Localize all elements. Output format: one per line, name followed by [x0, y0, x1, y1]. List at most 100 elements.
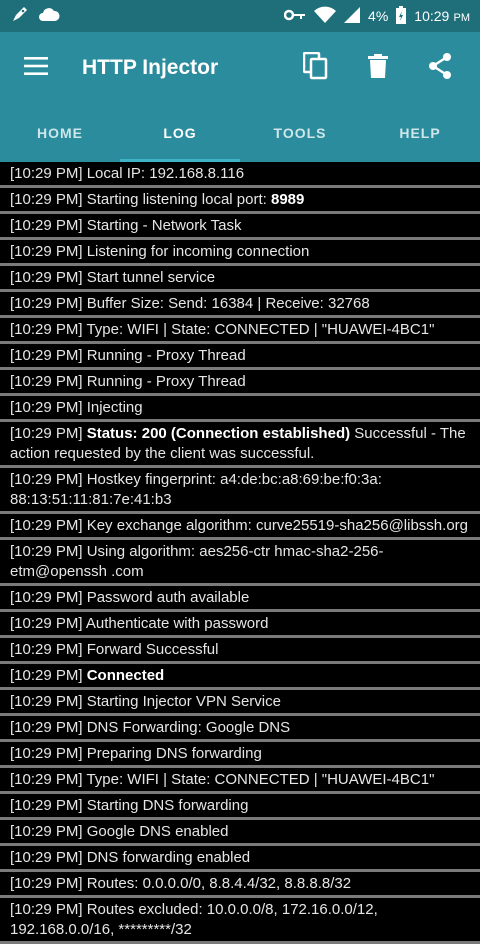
app-title: HTTP Injector [82, 56, 219, 79]
log-text-bold: Connected [86, 667, 165, 684]
signal-icon [344, 6, 361, 26]
log-timestamp: [10:29 PM] [10, 373, 83, 390]
log-entry: [10:29 PM] Starting Injector VPN Service [0, 690, 480, 716]
log-text: DNS forwarding enabled [82, 849, 251, 866]
log-text: Starting listening local port: [82, 191, 271, 208]
log-text: Forward Successful [82, 641, 219, 658]
log-text: Preparing DNS forwarding [82, 745, 262, 762]
log-entry: [10:29 PM] Routes: 0.0.0.0/0, 8.8.4.4/32… [0, 872, 480, 898]
log-entry: [10:29 PM] Google DNS enabled [0, 820, 480, 846]
share-button[interactable] [416, 44, 464, 92]
tab-home[interactable]: HOME [0, 104, 120, 162]
log-timestamp: [10:29 PM] [10, 243, 83, 260]
log-timestamp: [10:29 PM] [10, 641, 83, 658]
log-text: Listening for incoming connection [82, 243, 310, 260]
log-text: Buffer Size: Send: 16384 | Receive: 3276… [82, 295, 370, 312]
battery-percent: 4% [368, 8, 389, 24]
log-timestamp: [10:29 PM] [10, 849, 83, 866]
wifi-icon [314, 6, 337, 27]
log-timestamp: [10:29 PM] [10, 667, 83, 684]
status-bar: 4% 10:29 PM [0, 0, 480, 32]
log-timestamp: [10:29 PM] [10, 347, 83, 364]
log-timestamp: [10:29 PM] [10, 823, 83, 840]
log-timestamp: [10:29 PM] [10, 165, 83, 182]
tab-indicator [120, 159, 240, 162]
cloud-icon [38, 6, 60, 27]
log-text: Starting Injector VPN Service [82, 693, 281, 710]
log-timestamp: [10:29 PM] [10, 517, 83, 534]
log-text: Starting - Network Task [82, 217, 242, 234]
log-entry: [10:29 PM] DNS forwarding enabled [0, 846, 480, 872]
log-entry: [10:29 PM] Forward Successful [0, 638, 480, 664]
log-text: Starting DNS forwarding [82, 797, 249, 814]
key-icon [283, 8, 306, 25]
log-timestamp: [10:29 PM] [10, 191, 83, 208]
delete-button[interactable] [354, 44, 402, 92]
log-timestamp: [10:29 PM] [10, 875, 83, 892]
log-entry: [10:29 PM] Using algorithm: aes256-ctr h… [0, 540, 480, 586]
log-entry: [10:29 PM] Injecting [0, 396, 480, 422]
log-timestamp: [10:29 PM] [10, 321, 83, 338]
log-text: Password auth available [82, 589, 250, 606]
log-text: Start tunnel service [82, 269, 216, 286]
log-entry: [10:29 PM] Connected [0, 664, 480, 690]
log-entry: [10:29 PM] Local IP: 192.168.8.116 [0, 162, 480, 188]
tab-tools[interactable]: TOOLS [240, 104, 360, 162]
log-text: Authenticate with password [82, 615, 269, 632]
copy-button[interactable] [292, 44, 340, 92]
log-timestamp: [10:29 PM] [10, 797, 83, 814]
log-entry: [10:29 PM] Type: WIFI | State: CONNECTED… [0, 768, 480, 794]
log-entry: [10:29 PM] Hostkey fingerprint: a4:de:bc… [0, 468, 480, 514]
log-timestamp: [10:29 PM] [10, 269, 83, 286]
log-entry: [10:29 PM] Authenticate with password [0, 612, 480, 638]
log-text: DNS Forwarding: Google DNS [82, 719, 291, 736]
log-entry: [10:29 PM] Listening for incoming connec… [0, 240, 480, 266]
log-text: Type: WIFI | State: CONNECTED | "HUAWEI-… [82, 321, 435, 338]
log-timestamp: [10:29 PM] [10, 471, 83, 488]
log-timestamp: [10:29 PM] [10, 719, 83, 736]
tab-bar: HOME LOG TOOLS HELP [0, 104, 480, 162]
clock-ampm: PM [453, 11, 471, 24]
log-entry: [10:29 PM] Type: WIFI | State: CONNECTED… [0, 318, 480, 344]
log-entry: [10:29 PM] Starting listening local port… [0, 188, 480, 214]
app-toolbar: HTTP Injector [0, 32, 480, 104]
log-entry: [10:29 PM] Start tunnel service [0, 266, 480, 292]
tab-log[interactable]: LOG [120, 104, 240, 162]
log-entry: [10:29 PM] Password auth available [0, 586, 480, 612]
log-entry: [10:29 PM] DNS Forwarding: Google DNS [0, 716, 480, 742]
rocket-icon [10, 4, 30, 29]
log-timestamp: [10:29 PM] [10, 771, 83, 788]
log-entry: [10:29 PM] Key exchange algorithm: curve… [0, 514, 480, 540]
log-entry: [10:29 PM] Buffer Size: Send: 16384 | Re… [0, 292, 480, 318]
clock-time: 10:29 [414, 7, 450, 24]
log-entry: [10:29 PM] Routes excluded: 10.0.0.0/8, … [0, 898, 480, 944]
log-text: Injecting [82, 399, 143, 416]
log-timestamp: [10:29 PM] [10, 615, 83, 632]
log-text: Google DNS enabled [82, 823, 229, 840]
log-text: Type: WIFI | State: CONNECTED | "HUAWEI-… [82, 771, 435, 788]
log-timestamp: [10:29 PM] [10, 693, 83, 710]
log-timestamp: [10:29 PM] [10, 425, 83, 442]
tab-help[interactable]: HELP [360, 104, 480, 162]
trash-icon [368, 53, 388, 83]
share-icon [428, 52, 452, 84]
hamburger-icon [24, 56, 48, 80]
log-list[interactable]: [10:29 PM] Local IP: 192.168.8.116 [10:29… [0, 162, 480, 944]
log-text: Routes: 0.0.0.0/0, 8.8.4.4/32, 8.8.8.8/3… [82, 875, 352, 892]
log-text: Running - Proxy Thread [82, 347, 246, 364]
clock: 10:29 PM [414, 8, 470, 25]
log-timestamp: [10:29 PM] [10, 399, 83, 416]
log-entry: [10:29 PM] Preparing DNS forwarding [0, 742, 480, 768]
log-entry: [10:29 PM] Starting - Network Task [0, 214, 480, 240]
log-timestamp: [10:29 PM] [10, 745, 83, 762]
log-text: Key exchange algorithm: curve25519-sha25… [82, 517, 468, 534]
log-timestamp: [10:29 PM] [10, 901, 83, 918]
log-entry: [10:29 PM] Running - Proxy Thread [0, 370, 480, 396]
log-timestamp: [10:29 PM] [10, 295, 83, 312]
copy-icon [302, 51, 329, 85]
log-timestamp: [10:29 PM] [10, 543, 83, 560]
log-timestamp: [10:29 PM] [10, 589, 83, 606]
menu-button[interactable] [16, 48, 56, 88]
log-timestamp: [10:29 PM] [10, 217, 83, 234]
log-entry: [10:29 PM] Running - Proxy Thread [0, 344, 480, 370]
